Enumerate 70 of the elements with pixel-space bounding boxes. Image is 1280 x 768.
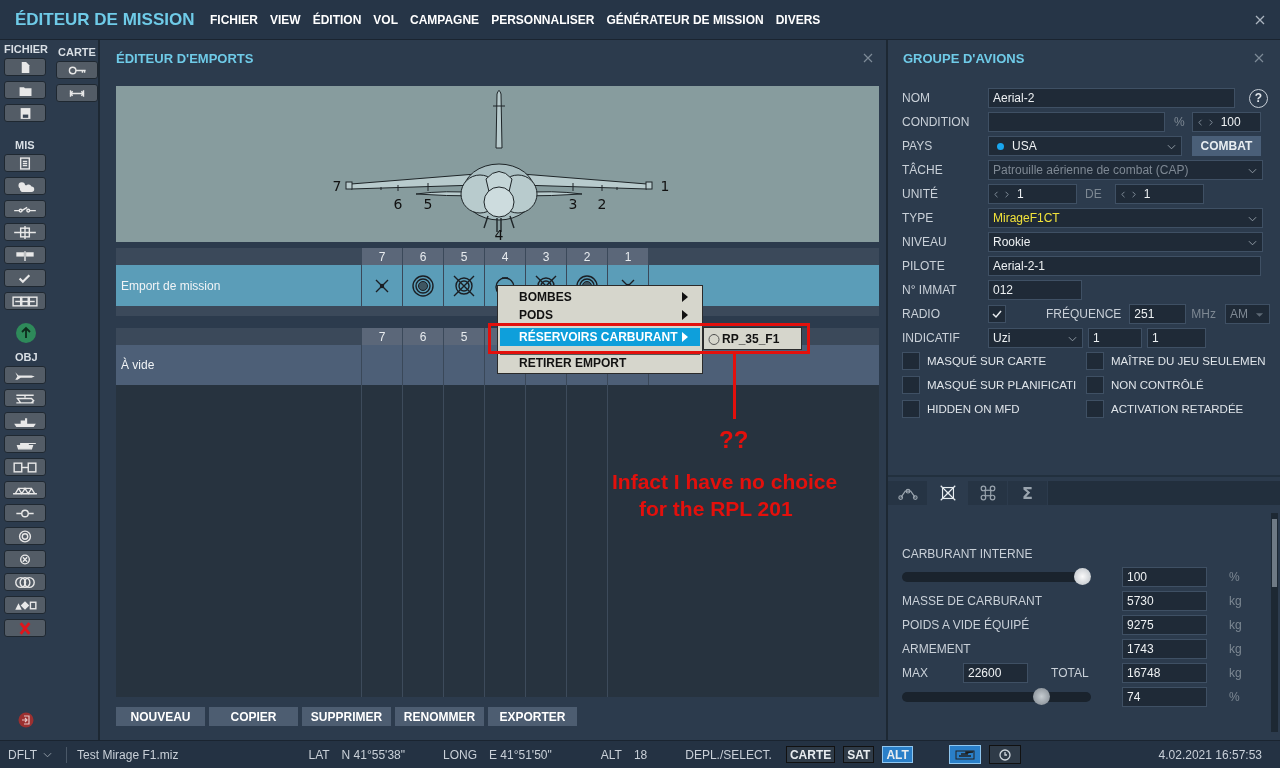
checkbox-label: NON CONTRÔLÉ [1111,379,1204,391]
field-label: POIDS A VIDE ÉQUIPÉ [902,618,1031,632]
date-time: 4.02.2021 16:57:53 [1158,747,1262,762]
toolbar-label: MIS [15,139,35,151]
station-number: 4 [494,227,504,242]
unit-label: kg [1228,666,1243,680]
country-name: USA [1012,139,1037,153]
field-label: RADIO [902,307,941,321]
field-label: TOTAL [1051,666,1089,680]
toolbar-label: FICHIER [4,43,48,55]
unit-label: kg [1228,642,1243,656]
field-label: CARBURANT INTERNE [902,547,1034,561]
checkbox-label: MASQUÉ SUR PLANIFICATI [927,379,1077,391]
file-name: Test Mirage F1.miz [77,747,179,762]
column-header: 1 [607,248,648,265]
unit-label: kg [1228,618,1243,632]
checkbox-label: MASQUÉ SUR CARTE [927,355,1047,367]
field-label: TYPE [902,211,935,225]
field-label: TÂCHE [902,163,944,177]
column-header: 5 [443,328,484,345]
annotation-text: ?? [719,426,749,454]
annotation-text: for the RPL 201 [639,496,794,522]
checkbox-label: ACTIVATION RETARDÉE [1111,403,1244,415]
station-number: 7 [332,178,342,194]
field-label: PAYS [902,139,934,153]
field-label: MAX [902,666,928,680]
checkbox-label: HIDDEN ON MFD [927,403,1020,415]
field-label: NIVEAU [902,235,948,249]
field-label: NOM [902,91,931,105]
unit-label: kg [1228,594,1243,608]
annotation-text: Infact I have no choice [612,469,838,495]
column-header: 2 [566,248,607,265]
status-label: ALT [600,747,622,762]
status-label: LONG [443,747,477,762]
field-label: DE [1085,187,1102,201]
longitude: E 41°51'50" [489,747,552,762]
toolbar-label: OBJ [15,351,38,363]
column-header: 6 [402,248,443,265]
field-label: FRÉQUENCE [1046,307,1122,321]
unit-label: % [1174,115,1185,129]
station-number: 5 [423,196,433,212]
toolbar-label: CARTE [58,46,96,58]
column-header: 3 [525,248,566,265]
column-header: 6 [402,328,443,345]
column-header: 7 [361,328,402,345]
field-label: UNITÉ [902,187,939,201]
station-number: 6 [393,196,403,212]
column-header: 4 [484,248,525,265]
latitude: N 41°55'38" [341,747,405,762]
unit-label: MHz [1191,307,1216,321]
field-label: PILOTE [902,259,946,273]
checkbox-label: MAÎTRE DU JEU SEULEMEN [1111,355,1266,367]
station-number: 2 [597,196,607,212]
station-number: 3 [568,196,578,212]
field-label: N° IMMAT [902,283,958,297]
column-header: 5 [443,248,484,265]
unit-label: % [1228,690,1241,704]
field-label: CONDITION [902,115,971,129]
field-label: MASSE DE CARBURANT [902,594,1044,608]
altitude: 18 [633,747,648,762]
field-label: ARMEMENT [902,642,972,656]
mode-label: DEPL./SELECT. [685,747,772,762]
unit-label: % [1228,570,1241,584]
column-header: 7 [361,248,402,265]
panel-title: GROUPE D'AVIONS [903,50,1025,66]
status-label: LAT [308,747,330,762]
panel-title: ÉDITEUR D'EMPORTS [116,50,254,66]
app-title: ÉDITEUR DE MISSION [15,9,196,30]
field-label: INDICATIF [902,331,961,345]
station-number: 1 [660,178,670,194]
